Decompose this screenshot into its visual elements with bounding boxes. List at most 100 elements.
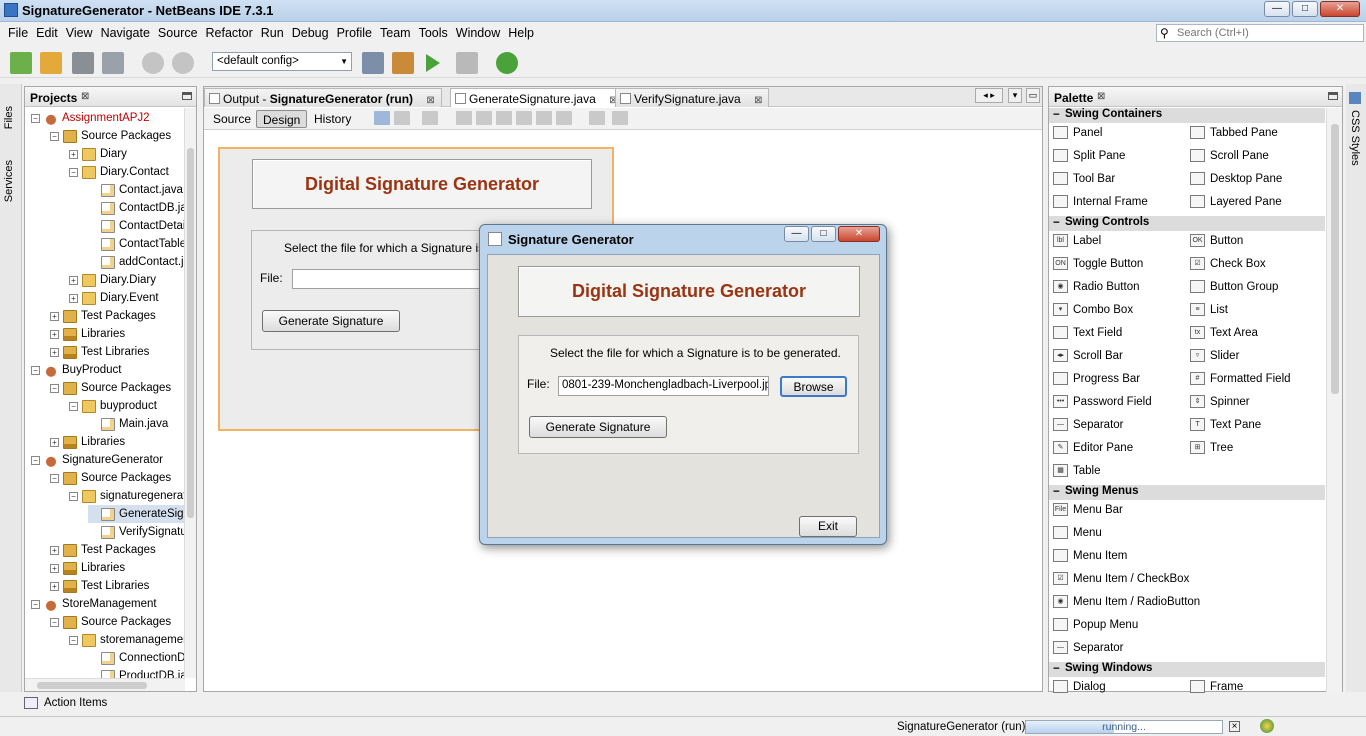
tree-item[interactable]: ProductDB.java — [88, 667, 185, 678]
expand-icon[interactable]: + — [69, 149, 78, 159]
tree-item[interactable]: Contact.java — [88, 181, 183, 199]
collapse-icon[interactable]: − — [50, 383, 59, 393]
menu-profile[interactable]: Profile — [333, 26, 376, 40]
dialog-close-button[interactable]: ✕ — [838, 226, 880, 242]
palette-item-desktop-pane[interactable]: Desktop Pane — [1190, 172, 1282, 185]
palette-item-separator[interactable]: — Separator — [1053, 418, 1124, 431]
palette-item-text-area[interactable]: tx Text Area — [1190, 326, 1258, 339]
build-icon[interactable] — [362, 52, 384, 74]
close-icon[interactable]: ⊠ — [754, 95, 762, 106]
menu-window[interactable]: Window — [452, 26, 504, 40]
tree-item[interactable]: − AssignmentAPJ2 — [31, 109, 150, 127]
palette-item-progress-bar[interactable]: Progress Bar — [1053, 372, 1140, 385]
center-horizontally-icon[interactable] — [496, 111, 512, 125]
menu-view[interactable]: View — [62, 26, 97, 40]
tree-item[interactable]: + Test Libraries — [50, 343, 149, 361]
expand-icon[interactable]: + — [50, 545, 59, 555]
debug-icon[interactable] — [456, 52, 478, 74]
palette-item-tabbed-pane[interactable]: Tabbed Pane — [1190, 126, 1278, 139]
maximize-editor-button[interactable]: ▭ — [1026, 88, 1040, 103]
collapse-icon[interactable]: − — [31, 365, 40, 375]
collapse-icon[interactable]: − — [31, 599, 40, 609]
tab-verify-signature[interactable]: VerifySignature.java ⊠ — [615, 88, 770, 107]
tree-item[interactable]: − Diary.Contact — [69, 163, 169, 181]
palette-item-radio-button[interactable]: ◉ Radio Button — [1053, 280, 1140, 293]
align-left-icon[interactable] — [456, 111, 472, 125]
files-tab[interactable]: Files — [3, 106, 15, 129]
tree-item[interactable]: − SignatureGenerator — [31, 451, 163, 469]
collapse-icon[interactable]: − — [31, 455, 40, 465]
close-icon[interactable]: ⊠ — [426, 95, 434, 106]
tree-item[interactable]: + Diary.Diary — [69, 271, 156, 289]
form-generate-button[interactable]: Generate Signature — [262, 310, 400, 332]
expand-icon[interactable]: + — [69, 293, 78, 303]
source-view-tab[interactable]: Source — [207, 110, 257, 128]
tree-item[interactable]: + Test Libraries — [50, 577, 149, 595]
align-top-icon[interactable] — [516, 111, 532, 125]
category-swing-windows[interactable]: − Swing Windows — [1049, 662, 1325, 677]
minimize-button[interactable]: — — [1264, 1, 1290, 17]
projects-vscroll[interactable] — [184, 108, 196, 678]
palette-item-editor-pane[interactable]: ✎ Editor Pane — [1053, 441, 1133, 454]
align-right-icon[interactable] — [476, 111, 492, 125]
dialog-minimize-button[interactable]: — — [784, 226, 809, 242]
palette-item-tree[interactable]: ⊞ Tree — [1190, 441, 1233, 454]
tree-item[interactable]: − Source Packages — [50, 379, 171, 397]
search-input[interactable] — [1177, 25, 1361, 41]
expand-icon[interactable]: + — [50, 437, 59, 447]
palette-item-slider[interactable]: ▿ Slider — [1190, 349, 1239, 362]
palette-item-list[interactable]: ≡ List — [1190, 303, 1228, 316]
tree-item[interactable]: − signaturegenerator — [69, 487, 185, 505]
palette-item-spinner[interactable]: ⇕ Spinner — [1190, 395, 1250, 408]
vertical-resize-icon[interactable] — [612, 111, 628, 125]
collapse-icon[interactable]: − — [69, 167, 78, 177]
undo-icon[interactable] — [142, 52, 164, 74]
tree-item[interactable]: ContactDetails.java — [88, 217, 185, 235]
palette-item-tool-bar[interactable]: Tool Bar — [1053, 172, 1115, 185]
run-icon[interactable] — [426, 54, 440, 72]
redo-icon[interactable] — [172, 52, 194, 74]
tree-item[interactable]: Main.java — [88, 415, 168, 433]
tree-item[interactable]: + Libraries — [50, 433, 125, 451]
palette-item-table[interactable]: ▦ Table — [1053, 464, 1101, 477]
palette-item-menu[interactable]: Menu — [1053, 526, 1102, 539]
palette-item-menu-item-radiobutton[interactable]: ◉ Menu Item / RadioButton — [1053, 595, 1200, 608]
exit-button[interactable]: Exit — [799, 516, 857, 537]
search-box[interactable]: ⚲ — [1156, 24, 1364, 42]
services-tab[interactable]: Services — [3, 160, 15, 202]
category-swing-menus[interactable]: − Swing Menus — [1049, 485, 1325, 500]
menu-navigate[interactable]: Navigate — [97, 26, 154, 40]
palette-item-text-pane[interactable]: T Text Pane — [1190, 418, 1261, 431]
horizontal-resize-icon[interactable] — [589, 111, 605, 125]
selection-mode-icon[interactable] — [374, 111, 390, 125]
palette-item-menu-separator[interactable]: — Separator — [1053, 641, 1124, 654]
menu-source[interactable]: Source — [154, 26, 202, 40]
maximize-button[interactable]: □ — [1292, 1, 1318, 17]
palette-item-combo-box[interactable]: ▾ Combo Box — [1053, 303, 1133, 316]
browse-button[interactable]: Browse — [780, 376, 847, 397]
tree-item[interactable]: addContact.java — [88, 253, 185, 271]
palette-item-scroll-pane[interactable]: Scroll Pane — [1190, 149, 1269, 162]
history-view-tab[interactable]: History — [308, 110, 357, 128]
palette-item-internal-frame[interactable]: Internal Frame — [1053, 195, 1148, 208]
close-icon[interactable]: ⊠ — [81, 91, 89, 102]
action-items-tab[interactable]: Action Items — [24, 697, 107, 709]
expand-icon[interactable]: + — [69, 275, 78, 285]
dialog-file-field[interactable]: 0801-239-Monchengladbach-Liverpool.jpg — [558, 376, 769, 396]
expand-icon[interactable]: + — [50, 581, 59, 591]
palette-item-menu-bar[interactable]: File Menu Bar — [1053, 503, 1123, 516]
palette-item-password-field[interactable]: ••• Password Field — [1053, 395, 1152, 408]
palette-vscroll[interactable] — [1326, 108, 1342, 692]
palette-item-toggle-button[interactable]: ON Toggle Button — [1053, 257, 1143, 270]
center-vertically-icon[interactable] — [556, 111, 572, 125]
collapse-icon[interactable]: − — [31, 113, 40, 123]
expand-icon[interactable]: + — [50, 311, 59, 321]
tree-item[interactable]: − BuyProduct — [31, 361, 121, 379]
palette-item-text-field[interactable]: Text Field — [1053, 326, 1122, 339]
tree-item[interactable]: ContactTable.java — [88, 235, 185, 253]
config-select[interactable]: <default config> ▼ — [212, 52, 352, 71]
category-swing-controls[interactable]: − Swing Controls — [1049, 216, 1325, 231]
preview-design-icon[interactable] — [422, 111, 438, 125]
collapse-icon[interactable]: − — [69, 401, 78, 411]
menu-run[interactable]: Run — [257, 26, 288, 40]
